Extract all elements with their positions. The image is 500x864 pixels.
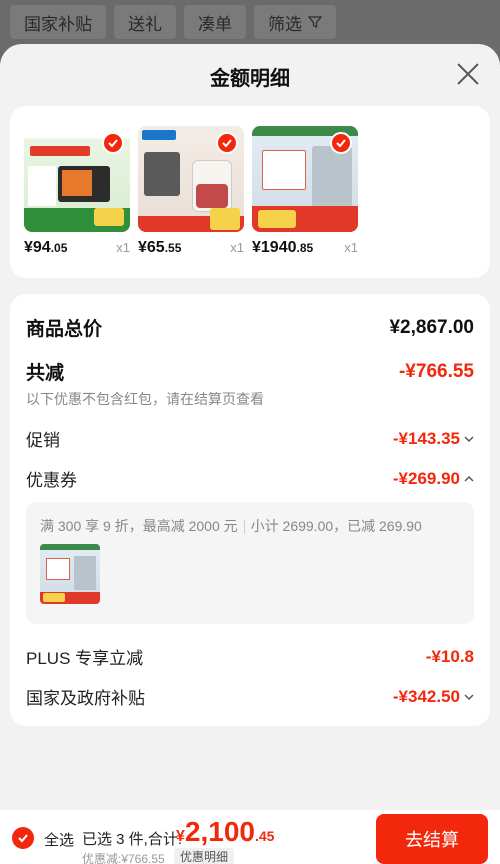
coupon-product-thumbnail <box>40 544 100 604</box>
product-thumbnail-fridge <box>252 126 358 232</box>
plus-value: -¥10.8 <box>425 646 474 666</box>
reduce-label: 共减 <box>26 363 65 384</box>
divider <box>243 520 245 535</box>
selected-check-icon[interactable] <box>102 132 124 154</box>
summary-label: 已选 3 件,合计: <box>82 831 183 848</box>
product-price: ¥65.55 <box>138 239 182 256</box>
product-thumbnail-chopper <box>138 126 244 232</box>
plus-label: PLUS 专享立减 <box>26 649 144 668</box>
product-thumbnail-oven <box>24 126 130 232</box>
coupon-value: -¥269.90 <box>392 468 460 488</box>
select-all-label[interactable]: 全选 <box>44 829 74 850</box>
subsidy-row[interactable]: 国家及政府补贴 -¥342.50 <box>26 684 474 709</box>
product-item[interactable]: ¥65.55 x1 <box>138 126 244 256</box>
close-icon[interactable] <box>456 62 480 86</box>
coupon-rule: 满 300 享 9 折，最高减 2000 元 <box>40 518 238 534</box>
filter-gift[interactable]: 送礼 <box>114 5 176 39</box>
selected-check-icon[interactable] <box>216 132 238 154</box>
price-detail-card: 商品总价 ¥2,867.00 共减 -¥766.55 以下优惠不包含红包，请在结… <box>10 294 490 726</box>
total-value: ¥2,867.00 <box>389 316 474 338</box>
chevron-down-icon <box>464 694 474 701</box>
discount-detail-button[interactable]: 优惠明细 <box>174 848 235 864</box>
chevron-up-icon <box>464 475 474 482</box>
sheet-title: 金额明细 <box>210 68 290 90</box>
product-price: ¥94.05 <box>24 239 68 256</box>
plus-row: PLUS 专享立减 -¥10.8 <box>26 644 474 669</box>
subsidy-value: -¥342.50 <box>392 686 460 706</box>
discount-text: 优惠减:¥766.55 <box>82 852 165 864</box>
filter-bar: 国家补贴 送礼 凑单 筛选 <box>0 0 500 44</box>
chevron-down-icon <box>464 436 474 443</box>
product-quantity: x1 <box>344 240 358 255</box>
reduce-row: 共减 -¥766.55 <box>26 358 474 385</box>
promo-row[interactable]: 促销 -¥143.35 <box>26 426 474 451</box>
filter-bundle[interactable]: 凑单 <box>184 5 246 39</box>
product-item[interactable]: ¥1940.85 x1 <box>252 126 358 256</box>
total-label: 商品总价 <box>26 319 103 340</box>
product-item[interactable]: ¥94.05 x1 <box>24 126 130 256</box>
coupon-row[interactable]: 优惠券 -¥269.90 <box>26 466 474 491</box>
funnel-icon <box>308 16 322 28</box>
filter-button[interactable]: 筛选 <box>254 5 336 39</box>
coupon-detail-box: 满 300 享 9 折，最高减 2000 元小计 2699.00，已减 269.… <box>26 502 474 624</box>
selected-check-icon[interactable] <box>330 132 352 154</box>
coupon-rule-text: 满 300 享 9 折，最高减 2000 元小计 2699.00，已减 269.… <box>40 516 422 536</box>
product-quantity: x1 <box>116 240 130 255</box>
reduce-note: 以下优惠不包含红包，请在结算页查看 <box>26 391 264 407</box>
checkout-button[interactable]: 去结算 <box>376 814 488 864</box>
select-all-check-icon[interactable] <box>12 827 34 849</box>
promo-label: 促销 <box>26 431 60 450</box>
filter-national-subsidy[interactable]: 国家补贴 <box>10 5 106 39</box>
total-row: 商品总价 ¥2,867.00 <box>26 314 474 341</box>
product-price: ¥1940.85 <box>252 239 314 256</box>
checkout-bar: 全选 已选 3 件,合计: ¥2,100.45 优惠减:¥766.55 优惠明细… <box>0 810 500 864</box>
subsidy-label: 国家及政府补贴 <box>26 689 145 708</box>
coupon-subtotal: 小计 2699.00，已减 269.90 <box>250 518 422 534</box>
reduce-value: -¥766.55 <box>398 360 474 382</box>
promo-value: -¥143.35 <box>392 428 460 448</box>
product-list: ¥94.05 x1 ¥65.55 x1 ¥1940.85 x1 <box>10 106 490 278</box>
coupon-label: 优惠券 <box>26 471 77 490</box>
amount-detail-sheet: 金额明细 ¥94.05 x1 ¥65.55 x1 ¥1940.85 x1 商品总… <box>0 44 500 864</box>
product-quantity: x1 <box>230 240 244 255</box>
total-amount: ¥2,100.45 <box>176 816 275 847</box>
